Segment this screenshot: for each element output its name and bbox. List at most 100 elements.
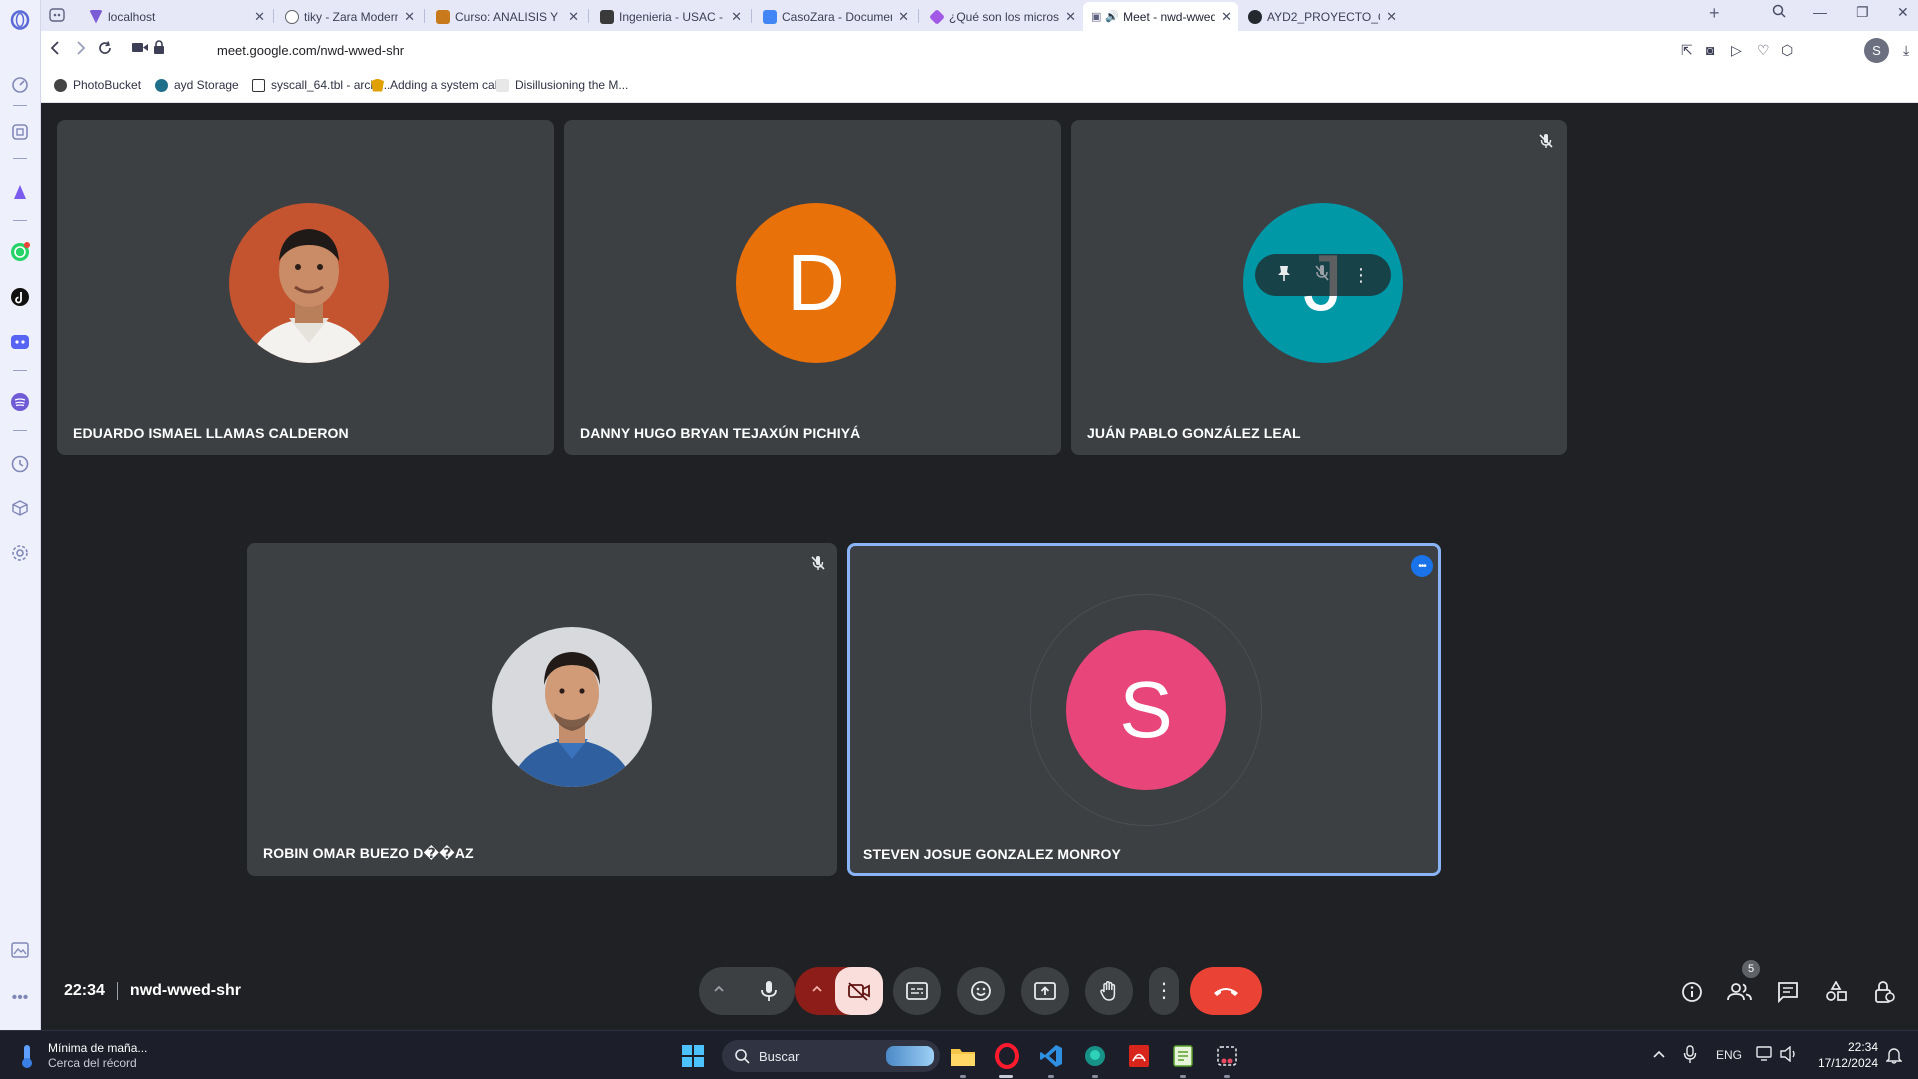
vscode-taskbar-icon[interactable]	[1036, 1041, 1066, 1071]
whatsapp-icon[interactable]	[8, 240, 32, 264]
vite-favicon-icon	[89, 9, 103, 24]
address-bar: meet.google.com/nwd-wwed-shr ⇱ ◙ ▷ ♡ ⬡ S…	[41, 31, 1918, 70]
people-button[interactable]	[1726, 978, 1754, 1006]
tab-tiky[interactable]: tiky - Zara Modernización T ✕	[277, 2, 421, 31]
meeting-code: nwd-wwed-shr	[129, 982, 242, 999]
camera-off-button[interactable]	[835, 967, 883, 1015]
profile-avatar[interactable]: S	[1864, 38, 1889, 63]
downloads-icon[interactable]: ⤓	[1903, 42, 1909, 59]
leave-call-button[interactable]	[1190, 967, 1262, 1015]
tab-github[interactable]: AYD2_PROYECTO_G7/Docu ✕	[1240, 2, 1403, 31]
tab-search-icon[interactable]	[1772, 4, 1786, 21]
network-icon[interactable]	[1756, 1046, 1774, 1067]
chat-button[interactable]	[1774, 978, 1802, 1006]
system-clock[interactable]: 22:34 17/12/2024	[1810, 1040, 1878, 1071]
activities-button[interactable]	[1822, 978, 1850, 1006]
share-icon[interactable]: ⇱	[1681, 42, 1693, 59]
lock-icon[interactable]	[153, 40, 165, 59]
tab-microservicios[interactable]: ¿Qué son los microservicio ✕	[922, 2, 1082, 31]
settings-gear-icon[interactable]	[8, 541, 32, 565]
camera-in-use-icon[interactable]	[132, 40, 148, 58]
extensions-icon[interactable]: ⬡	[1781, 42, 1793, 59]
present-screen-button[interactable]	[1021, 967, 1069, 1015]
extensions-cube-icon[interactable]	[8, 496, 32, 520]
tab-casozara[interactable]: CasoZara - Documentos de ✕	[755, 2, 915, 31]
captions-button[interactable]	[893, 967, 941, 1015]
participant-tile[interactable]: ROBIN OMAR BUEZO D��AZ	[247, 543, 837, 876]
tray-microphone-icon[interactable]	[1683, 1045, 1697, 1070]
bookmark-heart-icon[interactable]: ♡	[1757, 42, 1770, 59]
bookmark-adding-system-call[interactable]: Adding a system cal...	[371, 78, 507, 92]
workspaces-icon[interactable]	[8, 120, 32, 144]
participant-tile[interactable]: EDUARDO ISMAEL LLAMAS CALDERON	[57, 120, 554, 455]
host-controls-button[interactable]	[1870, 978, 1898, 1006]
pin-icon[interactable]	[1276, 264, 1292, 287]
tab-close-icon[interactable]: ✕	[1065, 9, 1076, 25]
audio-options-chevron-icon[interactable]	[712, 982, 726, 1001]
bookmarks-bar: PhotoBucket ayd Storage syscall_64.tbl -…	[41, 70, 1918, 103]
aria-ai-icon[interactable]	[8, 180, 32, 204]
activities-shapes-icon	[1826, 981, 1847, 1001]
close-window-icon[interactable]: ✕	[1897, 4, 1909, 21]
participant-tile-active-speaker[interactable]: ••• S STEVEN JOSUE GONZALEZ MONROY	[847, 543, 1441, 876]
raise-hand-button[interactable]	[1085, 967, 1133, 1015]
bookmark-disillusioning[interactable]: Disillusioning the M...	[496, 78, 628, 92]
taskbar-search-box[interactable]: Buscar	[722, 1040, 940, 1072]
bookmark-ayd-storage[interactable]: ayd Storage	[155, 78, 239, 92]
forward-arrow-icon[interactable]	[75, 40, 87, 61]
participant-tile[interactable]: J ⋮ JUÁN PABLO GONZÁLEZ LEAL	[1071, 120, 1567, 455]
reactions-button[interactable]	[957, 967, 1005, 1015]
tab-close-icon[interactable]: ✕	[1221, 9, 1232, 25]
microphone-button[interactable]	[745, 967, 793, 1015]
spotify-icon[interactable]	[8, 390, 32, 414]
reload-icon[interactable]	[97, 40, 113, 61]
history-icon[interactable]	[8, 452, 32, 476]
tab-localhost[interactable]: localhost ✕	[81, 2, 271, 31]
gitkraken-taskbar-icon[interactable]	[1080, 1041, 1110, 1071]
participant-tile[interactable]: D DANNY HUGO BRYAN TEJAXÚN PICHIYÁ	[564, 120, 1061, 455]
tab-curso[interactable]: Curso: ANALISIS Y DISE\O I ✕	[428, 2, 585, 31]
more-options-button[interactable]: ⋮	[1149, 967, 1179, 1015]
more-options-vertical-icon[interactable]: ⋮	[1352, 266, 1370, 284]
tab-meet-active[interactable]: ▣ 🔊 Meet - nwd-wwed-shr ✕	[1083, 2, 1238, 31]
tab-menu-icon[interactable]	[49, 8, 65, 27]
back-arrow-icon[interactable]	[49, 40, 61, 61]
sidebar-more-icon[interactable]: •••	[8, 986, 32, 1010]
new-tab-plus-icon[interactable]: +	[1709, 3, 1720, 24]
tab-audio-playing-icon[interactable]: 🔊	[1105, 10, 1119, 23]
video-options-chevron-icon[interactable]	[810, 982, 824, 1001]
bookmark-syscall[interactable]: syscall_64.tbl - arch/...	[252, 78, 390, 92]
show-hidden-icons-chevron-icon[interactable]	[1652, 1047, 1666, 1066]
opera-taskbar-icon[interactable]	[992, 1041, 1022, 1071]
tab-close-icon[interactable]: ✕	[568, 9, 579, 25]
url-text[interactable]: meet.google.com/nwd-wwed-shr	[217, 43, 404, 58]
minimize-window-icon[interactable]: —	[1813, 4, 1827, 20]
opera-logo-icon[interactable]	[8, 8, 32, 32]
windows-start-icon[interactable]	[678, 1041, 708, 1071]
tab-close-icon[interactable]: ✕	[404, 9, 415, 25]
snapshot-camera-icon[interactable]: ◙	[1706, 42, 1714, 58]
restore-window-icon[interactable]: ❐	[1856, 4, 1869, 21]
tiktok-icon[interactable]	[8, 285, 32, 309]
volume-icon[interactable]	[1780, 1045, 1798, 1067]
tab-ingenieria[interactable]: Ingenieria - USAC - Portal E ✕	[592, 2, 748, 31]
speed-dial-icon[interactable]	[8, 72, 32, 96]
file-explorer-icon[interactable]	[948, 1041, 978, 1071]
bookmark-photobucket[interactable]: PhotoBucket	[54, 78, 141, 92]
tab-close-icon[interactable]: ✕	[731, 9, 742, 25]
snipping-tool-taskbar-icon[interactable]	[1212, 1041, 1242, 1071]
discord-icon[interactable]	[8, 330, 32, 354]
mute-participant-icon[interactable]	[1314, 264, 1330, 287]
input-language[interactable]: ENG	[1716, 1048, 1742, 1062]
meeting-details-button[interactable]	[1678, 978, 1706, 1006]
tab-close-icon[interactable]: ✕	[254, 9, 265, 25]
tab-close-icon[interactable]: ✕	[1386, 9, 1397, 25]
screenshot-gallery-icon[interactable]	[8, 938, 32, 962]
notepad-taskbar-icon[interactable]	[1168, 1041, 1198, 1071]
tab-close-icon[interactable]: ✕	[898, 9, 909, 25]
weather-widget[interactable]: Mínima de maña... Cerca del récord	[16, 1041, 147, 1071]
notifications-bell-icon[interactable]	[1885, 1046, 1903, 1069]
acrobat-taskbar-icon[interactable]	[1124, 1041, 1154, 1071]
more-options-icon[interactable]: •••	[1411, 555, 1433, 577]
send-icon[interactable]: ▷	[1731, 42, 1742, 59]
